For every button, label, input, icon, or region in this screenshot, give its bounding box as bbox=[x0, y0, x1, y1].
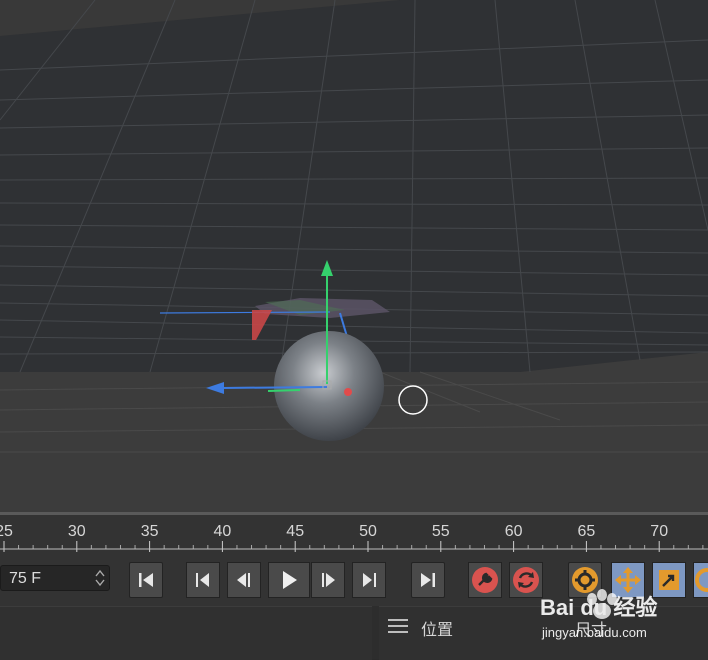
go-to-start-icon bbox=[139, 573, 153, 587]
play-icon bbox=[283, 571, 297, 589]
previous-key-button[interactable] bbox=[186, 562, 220, 598]
timeline-tick-label: 45 bbox=[286, 523, 304, 540]
next-key-icon bbox=[363, 573, 376, 587]
record-keys-button[interactable] bbox=[468, 562, 502, 598]
timeline-tick-label: 30 bbox=[68, 523, 86, 540]
timeline-tick-label: 25 bbox=[0, 523, 13, 540]
next-frame-icon bbox=[322, 573, 335, 587]
go-to-end-button[interactable] bbox=[411, 562, 445, 598]
next-key-button[interactable] bbox=[352, 562, 386, 598]
viewport-canvas bbox=[0, 0, 708, 512]
timeline-tick-label: 70 bbox=[650, 523, 668, 540]
autokey-icon bbox=[513, 567, 539, 593]
current-frame-field[interactable] bbox=[0, 565, 110, 591]
go-to-start-button[interactable] bbox=[129, 562, 163, 598]
previous-key-icon bbox=[196, 573, 209, 587]
timeline-ticks: 25 30 35 40 45 50 55 60 65 70 bbox=[0, 523, 704, 552]
baidu-jingyan-watermark: Bai du 经验 jingyan.baidu.com bbox=[540, 589, 657, 640]
timeline-tick-label: 40 bbox=[214, 523, 232, 540]
next-frame-button[interactable] bbox=[311, 562, 345, 598]
timeline-tick-label: 35 bbox=[141, 523, 159, 540]
rotate-tool-icon bbox=[695, 568, 708, 592]
timeline-tick-label: 65 bbox=[578, 523, 596, 540]
watermark-url: jingyan.baidu.com bbox=[541, 625, 647, 640]
timeline-ruler[interactable]: 25 30 35 40 45 50 55 60 65 70 bbox=[0, 512, 708, 556]
current-frame-input[interactable] bbox=[7, 568, 91, 590]
position-title: 位置 bbox=[421, 622, 454, 639]
timeline-tick-label: 55 bbox=[432, 523, 450, 540]
3d-viewport[interactable] bbox=[0, 0, 708, 512]
timeline-tick-label: 50 bbox=[359, 523, 377, 540]
timeline-scale: 25 30 35 40 45 50 55 60 65 70 bbox=[0, 512, 708, 552]
panel-menu-icon[interactable] bbox=[388, 619, 408, 633]
record-keys-icon bbox=[472, 567, 498, 593]
rotate-tool-button[interactable] bbox=[693, 562, 708, 598]
autokey-button[interactable] bbox=[509, 562, 543, 598]
previous-frame-button[interactable] bbox=[227, 562, 261, 598]
frame-spinner-icon[interactable] bbox=[95, 569, 105, 587]
go-to-end-icon bbox=[421, 573, 435, 587]
watermark-brand: Bai du 经验 bbox=[540, 595, 657, 620]
object-manager-panel bbox=[0, 606, 372, 660]
sphere-object bbox=[274, 331, 384, 441]
play-button[interactable] bbox=[268, 562, 310, 598]
previous-frame-icon bbox=[237, 573, 250, 587]
timeline-tick-label: 60 bbox=[505, 523, 523, 540]
